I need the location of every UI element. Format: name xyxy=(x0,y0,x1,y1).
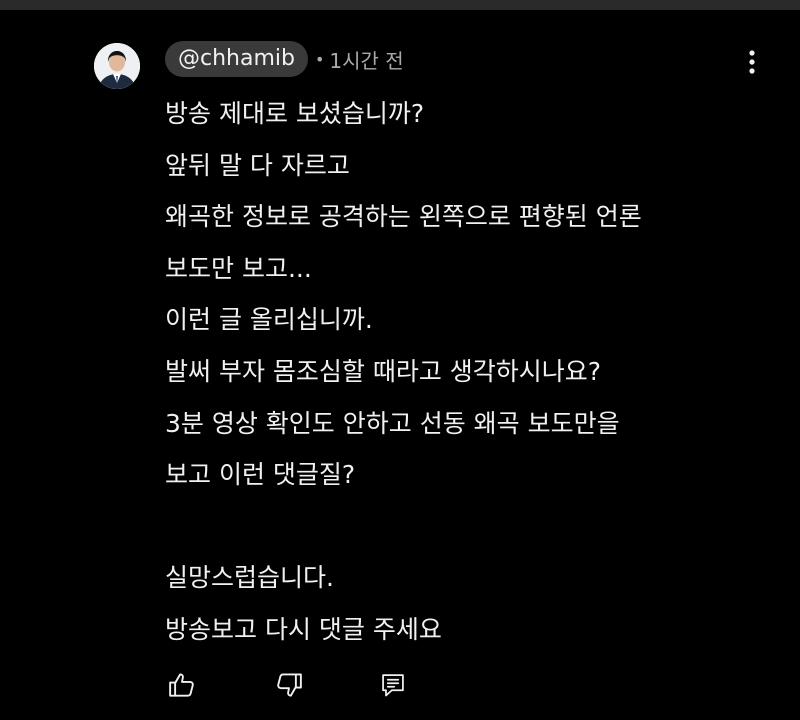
more-actions-button[interactable] xyxy=(740,46,764,78)
separator-dot: • xyxy=(314,49,325,69)
comment-thread-item: @chhamib • 1시간 전 방송 제대로 보셨습니까? 앞뒤 말 다 자르… xyxy=(0,10,800,720)
top-strip xyxy=(0,0,800,10)
dislike-button[interactable] xyxy=(272,668,306,702)
comment-line: 방송보고 다시 댓글 주세요 xyxy=(165,614,442,644)
comment-line-blank xyxy=(165,501,765,553)
comment-line: 앞뒤 말 다 자르고 xyxy=(165,150,350,180)
thumb-up-icon xyxy=(167,670,197,700)
comment-line: 3분 영상 확인도 안하고 선동 왜곡 보도만을 xyxy=(165,408,620,438)
timestamp[interactable]: 1시간 전 xyxy=(329,45,403,74)
reply-comment-icon xyxy=(379,671,407,699)
comment-text: 방송 제대로 보셨습니까? 앞뒤 말 다 자르고 왜곡한 정보로 공격하는 왼쪽… xyxy=(165,88,765,656)
comment-line: 방송 제대로 보셨습니까? xyxy=(165,99,425,128)
comment-line: 이런 글 올리십니까. xyxy=(165,305,373,335)
like-button[interactable] xyxy=(165,668,199,702)
comment-action-bar xyxy=(165,665,410,705)
more-vert-icon xyxy=(740,46,764,78)
avatar-image xyxy=(94,43,140,89)
avatar[interactable] xyxy=(94,43,140,89)
author-handle[interactable]: @chhamib xyxy=(165,41,308,77)
comment-line: 보고 이런 댓글질? xyxy=(165,460,356,490)
thumb-down-icon xyxy=(274,670,304,700)
comment-header: @chhamib • 1시간 전 xyxy=(165,40,404,78)
comment-line: 보도만 보고... xyxy=(165,253,312,283)
comment-line: 실망스럽습니다. xyxy=(165,563,334,593)
comment-line: 왜곡한 정보로 공격하는 왼쪽으로 편향된 언론 xyxy=(165,202,642,232)
comment-line: 발써 부자 몸조심할 때라고 생각하시나요? xyxy=(165,356,602,386)
reply-button[interactable] xyxy=(376,668,410,702)
